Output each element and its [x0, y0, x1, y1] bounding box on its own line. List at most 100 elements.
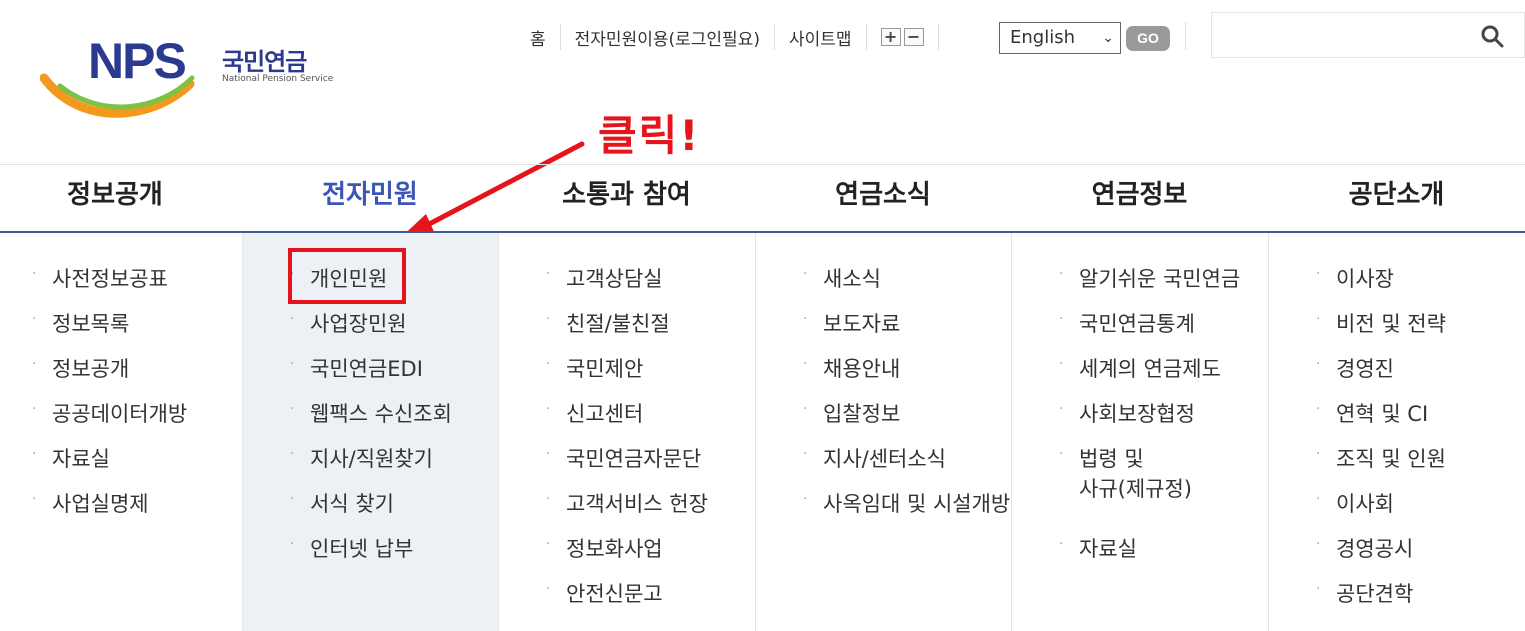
nav-pension-info[interactable]: 연금정보: [1011, 165, 1268, 231]
home-link[interactable]: 홈: [530, 25, 546, 50]
submenu-item[interactable]: 안전신문고: [566, 578, 663, 608]
bullet-icon: ·: [290, 401, 295, 417]
submenu-item[interactable]: 사회보장협정: [1079, 398, 1195, 428]
bullet-icon: ·: [546, 311, 551, 327]
bullet-icon: ·: [1059, 446, 1064, 462]
bullet-icon: ·: [803, 266, 808, 282]
bullet-icon: ·: [32, 491, 37, 507]
submenu-item[interactable]: 자료실: [1079, 533, 1137, 563]
bullet-icon: ·: [1059, 536, 1064, 552]
submenu-item[interactable]: 사규(제규정): [1079, 473, 1192, 503]
bullet-icon: ·: [1316, 356, 1321, 372]
bullet-icon: ·: [1316, 266, 1321, 282]
submenu-item[interactable]: 세계의 연금제도: [1079, 353, 1221, 383]
submenu-item[interactable]: 사전정보공표: [52, 263, 168, 293]
divider: [498, 233, 499, 631]
submenu-item[interactable]: 공공데이터개방: [52, 398, 187, 428]
bullet-icon: ·: [546, 446, 551, 462]
submenu-item[interactable]: 지사/직원찾기: [310, 443, 433, 473]
submenu-item[interactable]: 이사장: [1336, 263, 1394, 293]
divider: [755, 233, 756, 631]
search-input[interactable]: [1211, 12, 1525, 58]
submenu-item[interactable]: 법령 및: [1079, 443, 1144, 473]
bullet-icon: ·: [1059, 311, 1064, 327]
divider: [937, 24, 939, 50]
submenu-item[interactable]: 웹팩스 수신조회: [310, 398, 452, 428]
submenu-item[interactable]: 사업실명제: [52, 488, 149, 518]
bullet-icon: ·: [290, 491, 295, 507]
bullet-icon: ·: [1059, 356, 1064, 372]
submenu-item[interactable]: 비전 및 전략: [1336, 308, 1446, 338]
click-callout: 클릭!: [598, 111, 701, 160]
bullet-icon: ·: [546, 356, 551, 372]
nav-e-service[interactable]: 전자민원: [242, 165, 498, 231]
sitemap-link[interactable]: 사이트맵: [789, 25, 852, 50]
zoom-in-button[interactable]: +: [880, 28, 901, 46]
submenu-item[interactable]: 인터넷 납부: [310, 533, 413, 563]
submenu-item[interactable]: 국민연금EDI: [310, 353, 423, 383]
go-button[interactable]: GO: [1126, 26, 1170, 51]
submenu-item[interactable]: 조직 및 인원: [1336, 443, 1446, 473]
bullet-icon: ·: [32, 401, 37, 417]
submenu-item[interactable]: 국민제안: [566, 353, 643, 383]
nav-pension-news[interactable]: 연금소식: [755, 165, 1011, 231]
bullet-icon: ·: [290, 356, 295, 372]
bullet-icon: ·: [1316, 311, 1321, 327]
divider: [773, 24, 775, 50]
submenu-item[interactable]: 자료실: [52, 443, 110, 473]
logo-english-name: National Pension Service: [222, 74, 334, 84]
divider: [865, 24, 867, 50]
submenu-item[interactable]: 정보화사업: [566, 533, 663, 563]
divider: [1185, 22, 1186, 50]
submenu-item[interactable]: 새소식: [823, 263, 881, 293]
search-icon[interactable]: [1480, 24, 1504, 48]
language-select[interactable]: English ⌄: [999, 22, 1121, 54]
submenu-item[interactable]: 연혁 및 CI: [1336, 398, 1428, 428]
submenu-item[interactable]: 정보목록: [52, 308, 129, 338]
submenu-item[interactable]: 이사회: [1336, 488, 1394, 518]
submenu-item[interactable]: 알기쉬운 국민연금: [1079, 263, 1240, 293]
bullet-icon: ·: [1316, 401, 1321, 417]
submenu-item[interactable]: 보도자료: [823, 308, 900, 338]
submenu-item[interactable]: 신고센터: [566, 398, 643, 428]
bullet-icon: ·: [1059, 266, 1064, 282]
bullet-icon: ·: [546, 581, 551, 597]
submenu-item[interactable]: 공단견학: [1336, 578, 1413, 608]
submenu-item[interactable]: 경영공시: [1336, 533, 1413, 563]
submenu-item[interactable]: 입찰정보: [823, 398, 900, 428]
zoom-controls: + −: [880, 28, 924, 46]
submenu-item[interactable]: 국민연금자문단: [566, 443, 701, 473]
submenu-item[interactable]: 정보공개: [52, 353, 129, 383]
submenu-item[interactable]: 고객서비스 헌장: [566, 488, 708, 518]
bullet-icon: ·: [32, 266, 37, 282]
logo-mark: NPS: [88, 33, 187, 89]
bullet-icon: ·: [290, 311, 295, 327]
bullet-icon: ·: [803, 356, 808, 372]
submenu-item[interactable]: 고객상담실: [566, 263, 663, 293]
divider: [1011, 233, 1012, 631]
divider: [1268, 233, 1269, 631]
submenu-item[interactable]: 경영진: [1336, 353, 1394, 383]
logo[interactable]: NPS 국민연금 National Pension Service: [40, 36, 350, 122]
submenu-item[interactable]: 채용안내: [823, 353, 900, 383]
nav-info-disclosure[interactable]: 정보공개: [0, 165, 230, 231]
nav-about[interactable]: 공단소개: [1268, 165, 1525, 231]
bullet-icon: ·: [546, 266, 551, 282]
bullet-icon: ·: [803, 311, 808, 327]
e-service-link[interactable]: 전자민원이용(로그인필요): [575, 25, 760, 50]
bullet-icon: ·: [803, 446, 808, 462]
bullet-icon: ·: [1316, 491, 1321, 507]
nav-communication[interactable]: 소통과 참여: [498, 165, 755, 231]
zoom-out-button[interactable]: −: [903, 28, 924, 46]
nav-underline: [0, 231, 1525, 233]
submenu-item[interactable]: 지사/센터소식: [823, 443, 946, 473]
bullet-icon: ·: [1316, 581, 1321, 597]
submenu-item[interactable]: 서식 찾기: [310, 488, 394, 518]
submenu-item[interactable]: 친절/불친절: [566, 308, 670, 338]
bullet-icon: ·: [32, 311, 37, 327]
submenu-item[interactable]: 국민연금통계: [1079, 308, 1195, 338]
submenu-item[interactable]: 사옥임대 및 시설개방: [823, 488, 1010, 518]
submenu-item[interactable]: 사업장민원: [310, 308, 407, 338]
bullet-icon: ·: [1059, 401, 1064, 417]
bullet-icon: ·: [32, 356, 37, 372]
